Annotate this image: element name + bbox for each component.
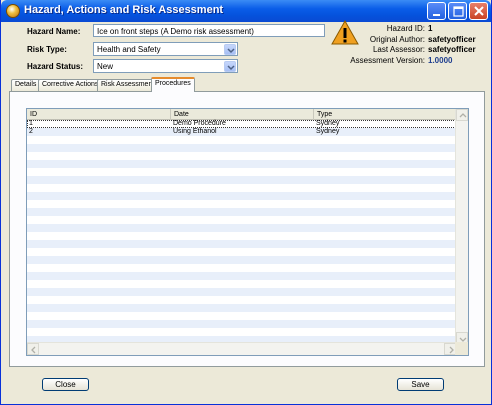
table-header: ID Date Type [27, 109, 456, 120]
table-body: 1 Demo Procedure Sydney 2 Using Ethanol Sydne… [27, 120, 456, 344]
row-stripe [27, 144, 456, 152]
table-row[interactable]: 1 Demo Procedure Sydney [27, 120, 456, 128]
scroll-up-button[interactable] [456, 109, 468, 121]
table-cell-date: Using Ethanol [173, 128, 217, 135]
vertical-scrollbar[interactable] [455, 109, 468, 344]
minimize-button[interactable] [427, 2, 446, 20]
close-button[interactable]: Close [42, 378, 89, 391]
close-window-button[interactable] [469, 2, 488, 20]
last-assessor-label: Last Assessor: [372, 45, 425, 54]
row-stripe [27, 176, 456, 184]
row-stripe [27, 208, 456, 216]
horizontal-scrollbar[interactable] [27, 342, 456, 355]
procedures-panel: ID Date Type 1 Demo Procedure Sydney 2 Using… [9, 91, 485, 367]
tab-details[interactable]: Details [11, 79, 41, 91]
minimize-icon [433, 14, 440, 16]
table-cell-type: Sydney [316, 128, 340, 135]
window-title: Hazard, Actions and Risk Assessment [24, 4, 224, 16]
row-stripe [27, 320, 456, 328]
procedures-table: ID Date Type 1 Demo Procedure Sydney 2 Using… [26, 108, 469, 356]
assessment-version-value: 1.0000 [428, 56, 453, 65]
row-stripe [27, 240, 456, 248]
column-header-date[interactable]: Date [171, 109, 314, 120]
table-cell-id: 2 [29, 128, 33, 135]
hazard-id-value: 1 [428, 24, 433, 33]
last-assessor-value: safetyofficer [428, 45, 476, 54]
app-icon [6, 4, 20, 18]
assessment-version-label: Assessment Version: [350, 56, 425, 65]
row-stripe [27, 192, 456, 200]
row-stripe [27, 272, 456, 280]
row-stripe [27, 256, 456, 264]
title-bar[interactable]: Hazard, Actions and Risk Assessment [1, 0, 491, 22]
original-author-row: Original Author: safetyofficer [1, 35, 492, 45]
row-stripe [27, 224, 456, 232]
column-header-id[interactable]: ID [27, 109, 171, 120]
hazard-id-label: Hazard ID: [386, 24, 425, 33]
table-row[interactable]: 2 Using Ethanol Sydney [27, 128, 456, 136]
close-icon [474, 6, 484, 16]
tab-risk-assessment[interactable]: Risk Assessment [97, 79, 159, 91]
table-cell-id: 1 [29, 120, 33, 127]
scroll-corner [455, 342, 468, 355]
original-author-value: safetyofficer [428, 35, 476, 44]
scroll-left-button[interactable] [27, 343, 39, 355]
column-header-type[interactable]: Type [314, 109, 456, 120]
hazard-id-row: Hazard ID: 1 [1, 24, 492, 34]
row-stripe [27, 288, 456, 296]
tab-procedures[interactable]: Procedures [151, 77, 195, 92]
tab-corrective-actions[interactable]: Corrective Actions [38, 79, 103, 91]
original-author-label: Original Author: [369, 35, 425, 44]
save-button[interactable]: Save [397, 378, 444, 391]
maximize-icon [453, 6, 464, 17]
assessment-version-row: Assessment Version: 1.0000 [1, 56, 492, 66]
last-assessor-row: Last Assessor: safetyofficer [1, 45, 492, 55]
row-stripe [27, 304, 456, 312]
hazard-window: Hazard, Actions and Risk Assessment Haza… [0, 0, 492, 405]
maximize-button[interactable] [448, 2, 467, 20]
table-cell-type: Sydney [316, 120, 340, 127]
row-stripe [27, 160, 456, 168]
table-cell-date: Demo Procedure [173, 120, 226, 127]
